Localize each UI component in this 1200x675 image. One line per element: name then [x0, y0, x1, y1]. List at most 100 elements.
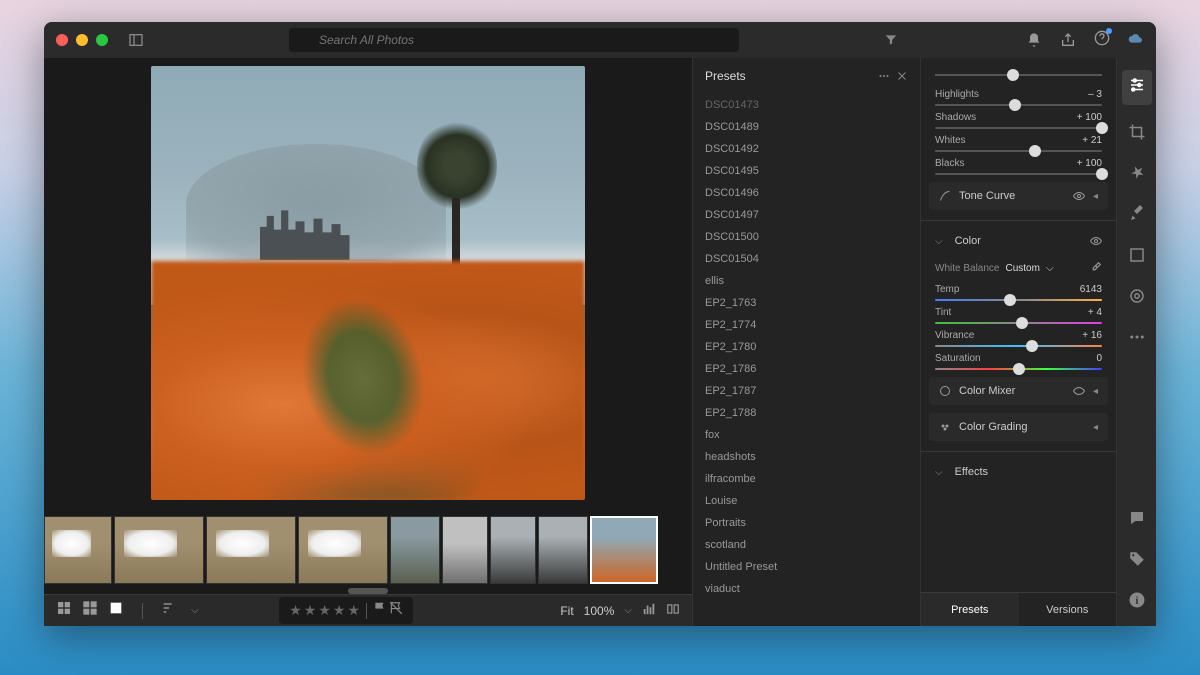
whites-slider[interactable] — [1029, 145, 1041, 157]
preset-item[interactable]: viaduct — [705, 578, 908, 600]
minimize-window[interactable] — [76, 34, 88, 46]
tab-presets[interactable]: Presets — [921, 593, 1019, 626]
chevron-down-icon[interactable]: ⌵ — [191, 605, 199, 616]
thumbnail-selected[interactable] — [590, 516, 658, 584]
chevron-down-icon[interactable]: ⌵ — [1046, 263, 1054, 274]
eye-icon[interactable] — [1090, 235, 1102, 247]
search-input[interactable] — [289, 28, 739, 52]
flag-reject-icon[interactable] — [389, 601, 403, 620]
grid-large-icon[interactable] — [82, 600, 98, 621]
zoom-value[interactable]: 100% — [584, 604, 615, 618]
gradient-icon[interactable] — [1128, 246, 1146, 269]
preset-item[interactable]: DSC01504 — [705, 248, 908, 270]
preset-item[interactable]: DSC01500 — [705, 226, 908, 248]
eyedropper-icon[interactable] — [1088, 261, 1102, 275]
photo-preview[interactable] — [151, 66, 585, 500]
sort-icon[interactable] — [161, 600, 177, 621]
tab-versions[interactable]: Versions — [1019, 593, 1117, 626]
tone-curve-section[interactable]: Tone Curve ◂ — [929, 182, 1108, 210]
heal-icon[interactable] — [1128, 164, 1146, 187]
color-grading-section[interactable]: Color Grading ◂ — [929, 413, 1108, 441]
preset-item[interactable]: EP2_1774 — [705, 314, 908, 336]
preset-item[interactable]: DSC01492 — [705, 138, 908, 160]
comment-icon[interactable] — [1128, 509, 1146, 532]
cloud-sync-icon[interactable] — [1128, 32, 1144, 48]
saturation-slider[interactable] — [1013, 363, 1025, 375]
close-icon[interactable] — [896, 70, 908, 82]
eye-icon[interactable] — [1073, 190, 1085, 202]
bell-icon[interactable] — [1026, 32, 1042, 48]
edit-sliders-icon[interactable] — [1122, 70, 1152, 105]
preset-item[interactable]: ilfracombe — [705, 468, 908, 490]
thumbnail[interactable] — [390, 516, 440, 584]
preset-item[interactable]: Portraits — [705, 512, 908, 534]
preset-item[interactable]: EP2_1780 — [705, 336, 908, 358]
radial-icon[interactable] — [1128, 287, 1146, 310]
preset-item[interactable]: ellis — [705, 270, 908, 292]
shadows-slider[interactable] — [1096, 122, 1108, 134]
help-icon[interactable] — [1094, 30, 1110, 46]
preset-item[interactable]: Untitled Preset — [705, 556, 908, 578]
thumbnail[interactable] — [538, 516, 588, 584]
color-mixer-section[interactable]: Color Mixer ◂ — [929, 377, 1108, 405]
thumbnail[interactable] — [442, 516, 488, 584]
filmstrip[interactable] — [44, 514, 692, 586]
chevron-down-icon[interactable]: ⌵ — [624, 605, 632, 616]
preset-item[interactable]: EP2_1787 — [705, 380, 908, 402]
preset-item[interactable]: headshots — [705, 446, 908, 468]
histogram-icon[interactable] — [642, 602, 656, 619]
preset-item[interactable]: DSC01497 — [705, 204, 908, 226]
preset-item[interactable]: DSC01489 — [705, 116, 908, 138]
preset-item[interactable]: DSC01495 — [705, 160, 908, 182]
preview-area[interactable] — [44, 58, 692, 514]
close-window[interactable] — [56, 34, 68, 46]
preset-item[interactable]: DSC01496 — [705, 182, 908, 204]
preset-item[interactable]: EP2_1788 — [705, 402, 908, 424]
tag-icon[interactable] — [1128, 550, 1146, 573]
star-5[interactable]: ★ — [347, 602, 360, 619]
share-icon[interactable] — [1060, 32, 1076, 48]
thumbnail[interactable] — [490, 516, 536, 584]
star-2[interactable]: ★ — [304, 602, 317, 619]
highlights-slider[interactable] — [1009, 99, 1021, 111]
grading-icon — [939, 421, 951, 433]
more-icon[interactable] — [1128, 328, 1146, 351]
contrast-slider[interactable] — [1007, 69, 1019, 81]
more-icon[interactable] — [878, 70, 890, 82]
thumbnail[interactable] — [114, 516, 204, 584]
filter-icon[interactable] — [884, 33, 898, 47]
preset-item[interactable]: scotland — [705, 534, 908, 556]
blacks-slider[interactable] — [1096, 168, 1108, 180]
info-icon[interactable]: i — [1128, 591, 1146, 614]
tint-slider[interactable] — [1016, 317, 1028, 329]
thumbnail[interactable] — [44, 516, 112, 584]
wb-label: White Balance — [935, 263, 999, 274]
preset-item[interactable]: EP2_1786 — [705, 358, 908, 380]
preset-item[interactable]: fox — [705, 424, 908, 446]
rating-bar: ★ ★ ★ ★ ★ — [279, 597, 413, 624]
temp-slider[interactable] — [1004, 294, 1016, 306]
fit-label[interactable]: Fit — [560, 604, 573, 618]
star-3[interactable]: ★ — [318, 602, 331, 619]
crop-icon[interactable] — [1128, 123, 1146, 146]
wb-value[interactable]: Custom — [1005, 263, 1039, 274]
panels-icon[interactable] — [128, 32, 144, 48]
compare-icon[interactable] — [666, 602, 680, 619]
effects-section-header[interactable]: ⌵ Effects — [921, 458, 1116, 486]
brush-icon[interactable] — [1128, 205, 1146, 228]
vibrance-slider[interactable] — [1026, 340, 1038, 352]
star-4[interactable]: ★ — [333, 602, 346, 619]
single-view-icon[interactable] — [108, 600, 124, 621]
preset-item[interactable]: DSC01473 — [705, 94, 908, 116]
thumbnail[interactable] — [206, 516, 296, 584]
maximize-window[interactable] — [96, 34, 108, 46]
eye-icon[interactable] — [1073, 385, 1085, 397]
thumbnail[interactable] — [298, 516, 388, 584]
flag-pick-icon[interactable] — [373, 601, 387, 620]
color-section-header[interactable]: ⌵ Color — [921, 227, 1116, 255]
grid-small-icon[interactable] — [56, 600, 72, 621]
preset-item[interactable]: EP2_1763 — [705, 292, 908, 314]
star-1[interactable]: ★ — [289, 602, 302, 619]
preset-item[interactable]: Louise — [705, 490, 908, 512]
presets-list[interactable]: DSC01473DSC01489DSC01492DSC01495DSC01496… — [693, 94, 920, 626]
